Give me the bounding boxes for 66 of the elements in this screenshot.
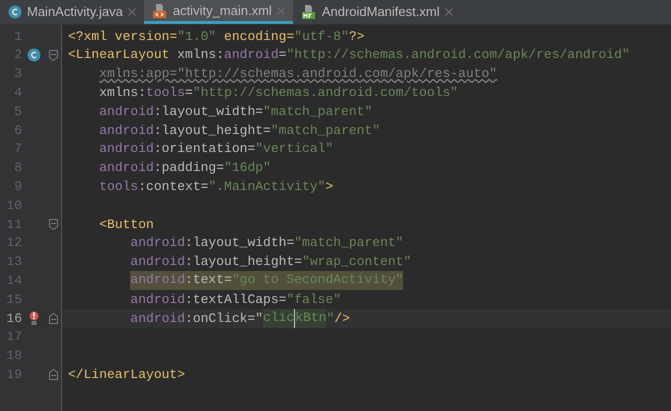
code-token: xmlns:: [177, 46, 224, 64]
error-bulb-icon[interactable]: [29, 311, 39, 326]
code-token: :layout_width=: [154, 102, 264, 121]
code-token: "match_parent": [294, 234, 404, 252]
code-token: tools: [146, 84, 186, 102]
code-token: android: [130, 234, 186, 252]
manifest-file-icon: [300, 4, 317, 20]
editor-tab[interactable]: MainActivity.java: [0, 0, 144, 24]
xml-file-icon: [152, 2, 168, 18]
class-icon[interactable]: [27, 48, 41, 62]
code-token: android: [99, 140, 154, 158]
code-token: "false": [286, 290, 342, 309]
code-token: xmlns:: [99, 84, 146, 102]
code-token: <LinearLayout: [68, 46, 170, 64]
code-token: ?>: [348, 28, 364, 46]
fold-icon[interactable]: [48, 369, 58, 380]
code-token: clic: [263, 308, 294, 328]
code-token: android: [130, 290, 186, 309]
close-icon[interactable]: [444, 8, 453, 16]
code-token: "utf-8": [294, 28, 349, 46]
code-token: <Button: [99, 216, 154, 234]
code-token: "http://schemas.android.com/apk/res/android": [286, 46, 630, 64]
code-token: :layout_width=: [185, 234, 294, 252]
code-token: android: [224, 46, 279, 64]
code-token: "vertical": [255, 140, 334, 158]
code-token: android: [130, 271, 186, 290]
code-token: encoding=: [224, 28, 294, 46]
code-token: android: [130, 310, 186, 328]
code-token: :layout_height=: [185, 253, 302, 272]
code-token: ": [326, 310, 334, 328]
code-token: android: [99, 102, 154, 121]
editor-tab[interactable]: activity_main.xml: [144, 0, 293, 24]
code-token: "16dp": [224, 159, 271, 178]
code-token: :layout_height=: [154, 122, 271, 140]
code-token: android: [130, 253, 186, 272]
code-token: :text=: [185, 271, 232, 290]
code-token: />: [334, 310, 350, 328]
code-token: android: [99, 159, 154, 178]
code-token: :context=: [138, 178, 208, 196]
line-number: 16: [5, 310, 22, 328]
code-token: :padding=: [154, 159, 224, 178]
code-token: tools: [99, 178, 138, 196]
code-token: xmlns:app="http://schemas.android.com/apk/res-auto": [99, 65, 498, 84]
code-token: :textAllCaps=: [185, 290, 286, 309]
editor-tab[interactable]: AndroidManifest.xml: [292, 0, 461, 24]
fold-icon[interactable]: [48, 218, 58, 230]
code-token: >: [325, 178, 334, 196]
code-token: android: [99, 122, 154, 140]
fold-icon[interactable]: [48, 312, 58, 324]
code-token: "1.0": [177, 28, 216, 46]
code-token: "match_parent": [263, 102, 372, 121]
close-icon[interactable]: [128, 8, 136, 16]
code-token: :orientation=: [154, 140, 256, 158]
code-token: ".MainActivity": [208, 178, 326, 196]
code-token: =: [278, 46, 286, 64]
code-token: =: [185, 84, 193, 102]
code-token: "wrap_content": [302, 253, 412, 272]
class-icon: [8, 5, 22, 19]
code-token: </LinearLayout>: [68, 366, 186, 384]
close-icon[interactable]: [276, 6, 285, 14]
code-token: "http://schemas.android.com/tools": [192, 84, 458, 102]
code-token: :onClick=": [185, 310, 264, 328]
code-token: "match_parent": [270, 122, 380, 140]
fold-icon[interactable]: [48, 50, 58, 61]
code-token: <?xml version=: [68, 28, 178, 46]
code-token: kBtn: [294, 308, 326, 328]
